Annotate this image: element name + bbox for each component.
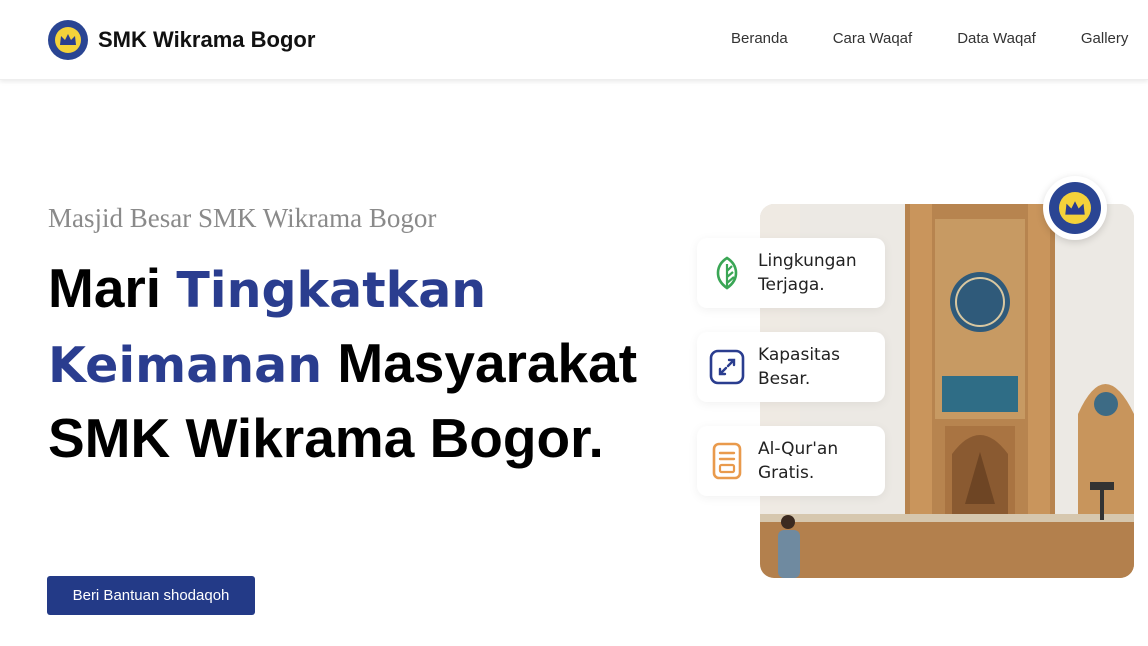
leaf-icon — [707, 253, 747, 293]
headline-part2: Masyarakat — [322, 332, 638, 394]
nav-menu: Beranda Cara Waqaf Data Waqaf Gallery — [731, 30, 1148, 47]
feature-card-kapasitas: Kapasitas Besar. — [697, 332, 885, 402]
nav-link-gallery[interactable]: Gallery — [1081, 30, 1129, 47]
nav-link-cara-waqaf[interactable]: Cara Waqaf — [833, 30, 912, 47]
nav-link-data-waqaf[interactable]: Data Waqaf — [957, 30, 1036, 47]
nav-link-beranda[interactable]: Beranda — [731, 30, 788, 47]
feature-card-alquran: Al-Qur'an Gratis. — [697, 426, 885, 496]
navbar: SMK Wikrama Bogor Beranda Cara Waqaf Dat… — [0, 0, 1148, 80]
feature-text: Al-Qur'an Gratis. — [758, 437, 878, 485]
feature-line2: Gratis. — [758, 463, 815, 483]
donate-button[interactable]: Beri Bantuan shodaqoh — [47, 576, 255, 615]
school-logo-large — [1049, 182, 1101, 234]
crown-emblem-icon — [1059, 192, 1091, 224]
floating-school-logo — [1043, 176, 1107, 240]
headline-highlight-tingkatkan: Tingkatkan — [176, 262, 487, 319]
document-icon — [707, 441, 747, 481]
crown-emblem-icon — [55, 27, 81, 53]
feature-text: Kapasitas Besar. — [758, 343, 878, 391]
feature-line1: Lingkungan — [758, 251, 857, 271]
brand-name: SMK Wikrama Bogor — [98, 27, 316, 52]
feature-text: Lingkungan Terjaga. — [758, 249, 878, 297]
expand-icon — [707, 347, 747, 387]
feature-card-lingkungan: Lingkungan Terjaga. — [697, 238, 885, 308]
feature-line2: Terjaga. — [758, 275, 825, 295]
feature-line1: Kapasitas — [758, 345, 840, 365]
brand[interactable]: SMK Wikrama Bogor — [48, 20, 315, 60]
feature-line2: Besar. — [758, 369, 811, 389]
feature-line1: Al-Qur'an — [758, 439, 839, 459]
school-logo — [48, 20, 88, 60]
headline-part1: Mari — [48, 257, 177, 319]
headline-part3: SMK Wikrama Bogor. — [48, 407, 604, 469]
headline-highlight-keimanan: Keimanan — [48, 337, 323, 394]
hero-headline: Mari Tingkatkan Keimanan Masyarakat SMK … — [48, 252, 688, 474]
hero-subtitle: Masjid Besar SMK Wikrama Bogor — [48, 203, 437, 233]
